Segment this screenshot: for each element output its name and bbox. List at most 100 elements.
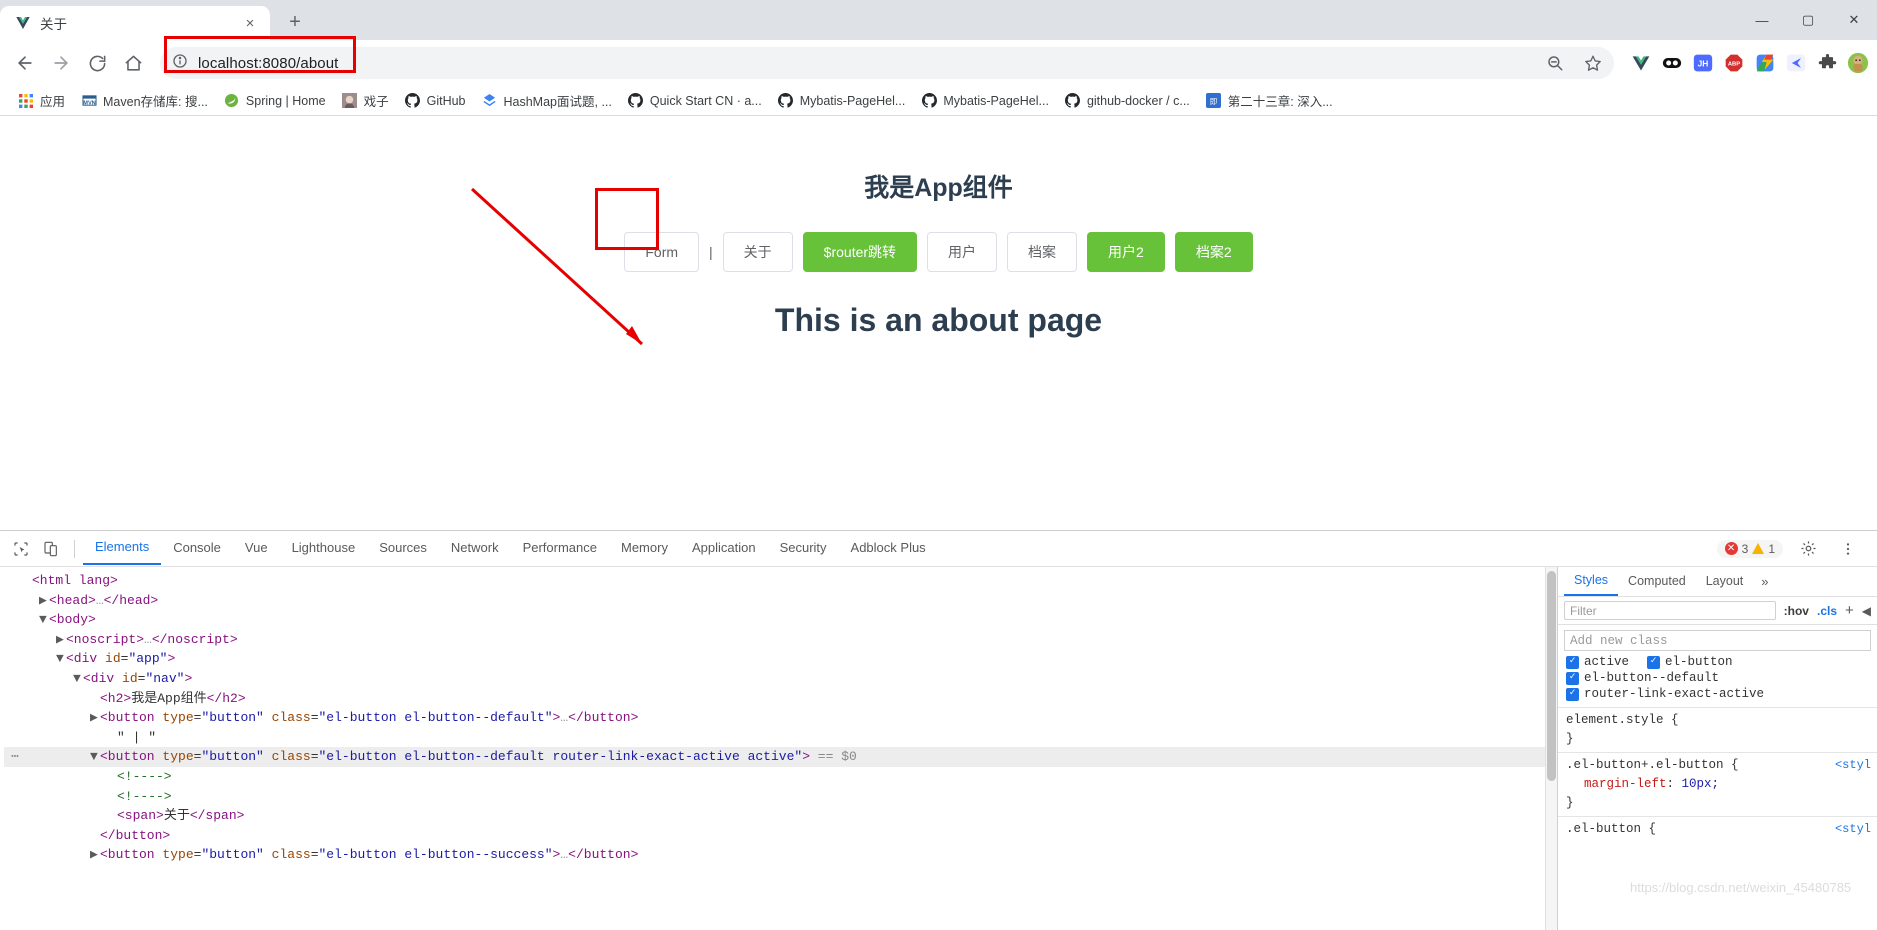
dom-node-line[interactable]: ▶ <noscript>…</noscript> (4, 630, 1557, 650)
nav-button-about[interactable]: 关于 (722, 232, 793, 272)
bookmark-star-icon[interactable] (1576, 46, 1610, 80)
bookmark-pagehelper-1[interactable]: Mybatis-PageHel... (770, 90, 914, 112)
style-rule-element-style[interactable]: element.style { } (1558, 707, 1877, 752)
styles-tab-layout[interactable]: Layout (1696, 569, 1754, 595)
bookmark-maven[interactable]: MVN Maven存储库: 搜... (73, 88, 216, 113)
styles-filter-input[interactable]: Filter (1564, 601, 1776, 620)
chevron-right-icon[interactable]: ▶ (56, 630, 66, 650)
devtools-tab-lighthouse[interactable]: Lighthouse (280, 533, 368, 564)
devtools-tab-adblock-plus[interactable]: Adblock Plus (839, 533, 938, 564)
dom-node-line[interactable]: </button> (4, 826, 1557, 846)
nav-button-user[interactable]: 用户 (927, 232, 998, 272)
maximize-button[interactable]: ▢ (1785, 0, 1831, 40)
devtools-tab-performance[interactable]: Performance (511, 533, 609, 564)
styles-sidebar-toggle-icon[interactable]: ◀ (1862, 604, 1871, 618)
close-icon[interactable]: × (240, 13, 260, 33)
style-rule-el-button[interactable]: <styl .el-button { (1558, 816, 1877, 842)
class-toggle-active[interactable]: ✓ active (1566, 655, 1629, 669)
bookmark-pagehelper-2[interactable]: Mybatis-PageHel... (913, 90, 1057, 112)
cls-toggle[interactable]: .cls (1817, 604, 1837, 618)
flash-extension-icon[interactable] (1754, 52, 1776, 74)
reload-button[interactable] (80, 46, 114, 80)
checkbox-icon[interactable]: ✓ (1566, 655, 1579, 669)
rule-source-link[interactable]: <styl (1835, 756, 1871, 775)
property-value[interactable]: 10px; (1682, 777, 1720, 791)
bookmark-hashmap[interactable]: HashMap面试题, ... (474, 88, 620, 113)
profile-avatar[interactable] (1847, 52, 1869, 74)
site-info-icon[interactable] (172, 53, 188, 74)
chevron-down-icon[interactable]: ▼ (90, 747, 100, 767)
checkbox-icon[interactable]: ✓ (1566, 687, 1579, 701)
new-tab-button[interactable]: + (280, 7, 310, 37)
devtools-tab-elements[interactable]: Elements (83, 532, 162, 565)
dom-node-line[interactable]: ▼ <body> (4, 610, 1557, 630)
nav-button-form[interactable]: Form (624, 232, 700, 272)
property-name[interactable]: margin-left (1566, 777, 1667, 791)
devtools-tab-sources[interactable]: Sources (367, 533, 439, 564)
dom-node-line[interactable]: ▶ <button type="button" class="el-button … (4, 708, 1557, 728)
checkbox-icon[interactable]: ✓ (1647, 655, 1661, 669)
dom-node-line[interactable]: <html lang> (4, 571, 1557, 591)
dom-node-line[interactable]: ▶ <button type="button" class="el-button … (4, 845, 1557, 865)
rule-declaration[interactable]: margin-left: 10px; (1566, 775, 1869, 794)
issues-counter[interactable]: ✕ 3 1 (1716, 539, 1783, 558)
browser-tab[interactable]: 关于 × (0, 6, 270, 40)
devtools-tab-network[interactable]: Network (439, 533, 511, 564)
window-close-button[interactable]: ✕ (1831, 0, 1877, 40)
dom-tree[interactable]: <html lang> ▶ <head>…</head> ▼ <body> ▶ <noscr… (0, 567, 1557, 930)
class-toggle-el-button-default[interactable]: ✓ el-button--default (1566, 671, 1719, 685)
bookmark-quickstart[interactable]: Quick Start CN · a... (620, 90, 770, 112)
dom-node-line[interactable]: <h2>我是App组件</h2> (4, 689, 1557, 709)
nav-button-archive[interactable]: 档案 (1007, 232, 1078, 272)
dom-node-line[interactable]: <span>关于</span> (4, 806, 1557, 826)
styles-tab-computed[interactable]: Computed (1618, 569, 1696, 595)
chevron-down-icon[interactable]: ▼ (73, 669, 83, 689)
dom-node-line[interactable]: " | " (4, 728, 1557, 748)
dom-node-line[interactable]: ▼ <div id="nav"> (4, 669, 1557, 689)
dom-node-line[interactable]: ▶ <head>…</head> (4, 591, 1557, 611)
styles-more-tabs-icon[interactable]: » (1753, 570, 1776, 593)
kite-extension-icon[interactable] (1785, 52, 1807, 74)
nav-button-archive2[interactable]: 档案2 (1174, 232, 1253, 272)
dark-reader-extension-icon[interactable] (1661, 52, 1683, 74)
chevron-right-icon[interactable]: ▶ (90, 845, 100, 865)
address-bar[interactable]: localhost:8080/about (160, 47, 1614, 79)
bookmark-github[interactable]: GitHub (397, 90, 474, 112)
chevron-down-icon[interactable]: ▼ (56, 649, 66, 669)
class-toggle-router-link-exact-active[interactable]: ✓ router-link-exact-active (1566, 687, 1764, 701)
dom-node-line[interactable]: <!----> (4, 787, 1557, 807)
devtools-tab-application[interactable]: Application (680, 533, 768, 564)
chevron-right-icon[interactable]: ▶ (90, 708, 100, 728)
dom-node-line[interactable]: ⋯ ▼ <button type="button" class="el-button… (4, 747, 1557, 767)
gear-icon[interactable] (1793, 535, 1823, 563)
devtools-tab-memory[interactable]: Memory (609, 533, 680, 564)
dom-node-line[interactable]: <!----> (4, 767, 1557, 787)
chevron-right-icon[interactable]: ▶ (39, 591, 49, 611)
checkbox-icon[interactable]: ✓ (1566, 671, 1579, 685)
extensions-puzzle-icon[interactable] (1816, 52, 1838, 74)
style-rule-el-button-adjacent[interactable]: <styl .el-button+.el-button { margin-lef… (1558, 752, 1877, 816)
back-button[interactable] (8, 46, 42, 80)
rule-source-link[interactable]: <styl (1835, 820, 1871, 839)
nav-button-user2[interactable]: 用户2 (1087, 232, 1165, 272)
home-button[interactable] (116, 46, 150, 80)
add-new-class-input[interactable]: Add new class (1564, 630, 1871, 651)
dom-scroll-thumb[interactable] (1547, 571, 1556, 781)
chevron-down-icon[interactable]: ▼ (39, 610, 49, 630)
hov-toggle[interactable]: :hov (1784, 604, 1809, 618)
bookmark-github-docker[interactable]: github-docker / c... (1057, 90, 1198, 112)
search-minus-icon[interactable] (1538, 46, 1572, 80)
devtools-tab-console[interactable]: Console (161, 533, 233, 564)
vue-devtools-extension-icon[interactable] (1630, 52, 1652, 74)
styles-tab-styles[interactable]: Styles (1564, 568, 1619, 596)
new-style-rule-button[interactable]: + (1845, 602, 1854, 619)
device-toolbar-icon[interactable] (36, 535, 66, 563)
nav-button-router-jump[interactable]: $router跳转 (802, 232, 918, 272)
cursor-inspect-icon[interactable] (6, 535, 36, 563)
bookmark-spring[interactable]: Spring | Home (216, 90, 334, 112)
bookmark-chapter23[interactable]: 即 第二十三章: 深入... (1198, 88, 1341, 113)
bookmark-xizi[interactable]: 戏子 (334, 88, 397, 113)
devtools-tab-security[interactable]: Security (768, 533, 839, 564)
dom-scrollbar[interactable] (1545, 567, 1557, 930)
bookmark-apps[interactable]: 应用 (10, 88, 73, 113)
